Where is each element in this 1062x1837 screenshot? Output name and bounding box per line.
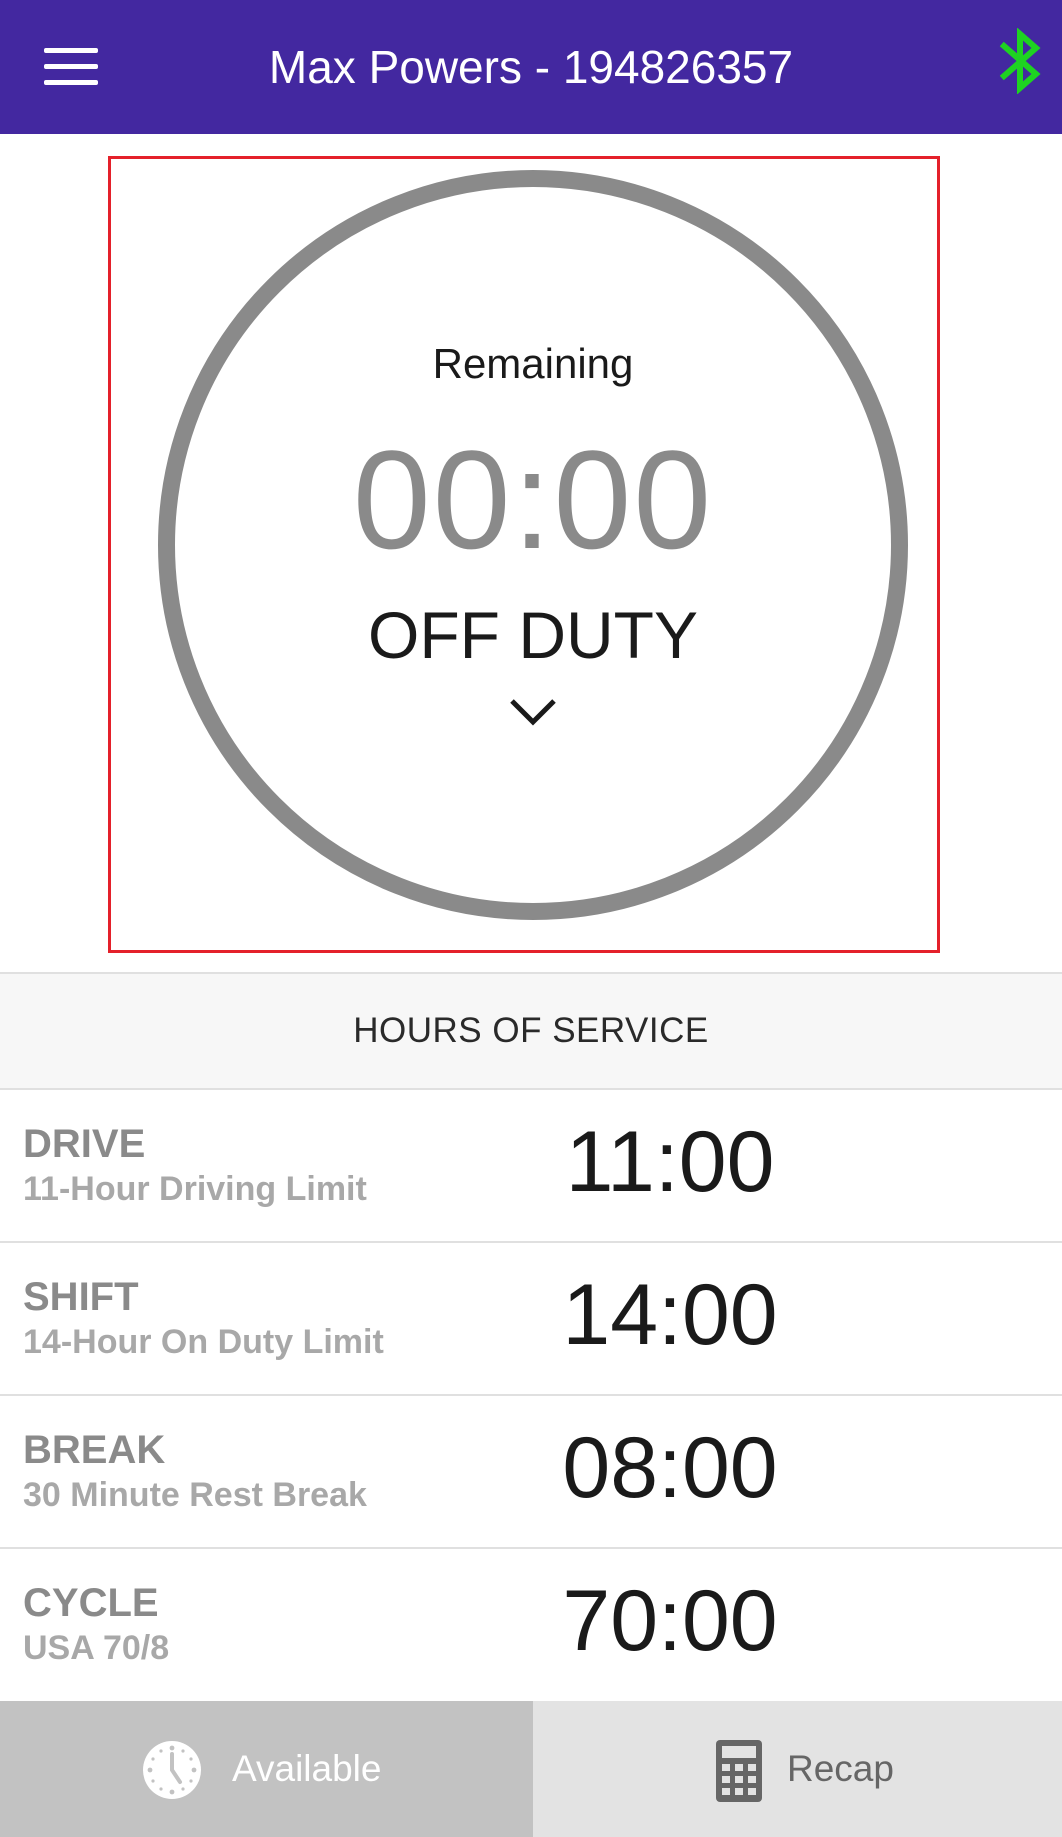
hours-of-service-list: DRIVE 11-Hour Driving Limit 11:00 SHIFT …: [0, 1090, 1062, 1702]
tab-recap-label: Recap: [787, 1748, 894, 1789]
hamburger-menu-icon-line: [44, 80, 98, 85]
bottom-tab-bar: Available Recap: [0, 1701, 1062, 1837]
hos-description: 14-Hour On Duty Limit: [23, 1323, 384, 1361]
hos-name: DRIVE: [23, 1122, 146, 1166]
remaining-timer: 00:00: [352, 421, 714, 578]
remaining-label: Remaining: [432, 340, 634, 387]
app-bar: Max Powers - 194826357: [0, 0, 1062, 134]
menu-button[interactable]: [40, 40, 102, 92]
chevron-down-icon: [510, 699, 556, 726]
hos-value: 70:00: [562, 1573, 778, 1669]
calculator-icon: [716, 1740, 762, 1802]
duty-status-text: OFF DUTY: [368, 598, 698, 672]
hos-description: USA 70/8: [23, 1629, 170, 1667]
hos-description: 30 Minute Rest Break: [23, 1476, 367, 1514]
hours-of-service-header: HOURS OF SERVICE: [0, 972, 1062, 1090]
hos-row-drive: DRIVE 11-Hour Driving Limit 11:00: [0, 1090, 1062, 1243]
tab-available-label: Available: [232, 1748, 382, 1789]
hos-value: 11:00: [565, 1114, 775, 1210]
clock-icon: [143, 1741, 201, 1799]
tab-available[interactable]: Available: [0, 1701, 533, 1837]
hos-description: 11-Hour Driving Limit: [23, 1170, 367, 1208]
hos-value: 08:00: [562, 1420, 778, 1516]
hamburger-menu-icon-line: [44, 64, 98, 69]
hos-name: CYCLE: [23, 1581, 159, 1625]
bluetooth-icon[interactable]: [996, 28, 1046, 94]
hos-row-cycle: CYCLE USA 70/8 70:00: [0, 1549, 1062, 1702]
hos-row-shift: SHIFT 14-Hour On Duty Limit 14:00: [0, 1243, 1062, 1396]
tab-recap[interactable]: Recap: [533, 1701, 1062, 1837]
hos-row-break: BREAK 30 Minute Rest Break 08:00: [0, 1396, 1062, 1549]
driver-title: Max Powers - 194826357: [268, 41, 794, 93]
hos-name: BREAK: [23, 1428, 166, 1472]
hos-value: 14:00: [562, 1267, 778, 1363]
hos-name: SHIFT: [23, 1275, 139, 1319]
duty-status-selector[interactable]: OFF DUTY: [300, 595, 766, 785]
hamburger-menu-icon: [44, 48, 98, 53]
